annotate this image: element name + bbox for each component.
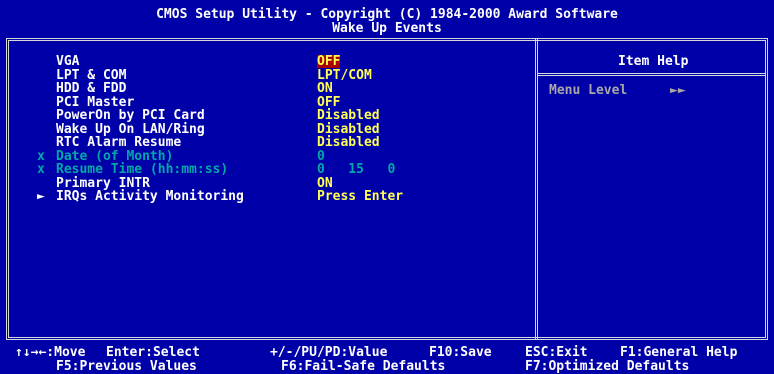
footer-previous-values: F5:Previous Values: [56, 359, 197, 374]
page-subtitle: Wake Up Events: [332, 21, 442, 36]
footer-failsafe-defaults: F6:Fail-Safe Defaults: [281, 359, 446, 374]
setting-value: 0 15 0: [317, 162, 396, 177]
footer-optimized-defaults: F7:Optimized Defaults: [525, 359, 690, 374]
setting-label: Date (of Month): [56, 148, 174, 164]
setting-value[interactable]: OFF: [317, 55, 341, 68]
setting-value[interactable]: Disabled: [317, 123, 380, 136]
item-help-title: Item Help: [618, 54, 689, 69]
footer-select: Enter:Select: [106, 345, 200, 360]
footer-value: +/-/PU/PD:Value: [270, 345, 388, 360]
setting-value[interactable]: Disabled: [317, 109, 380, 122]
setting-value[interactable]: LPT/COM: [317, 69, 372, 82]
setting-value: 0: [317, 148, 325, 164]
disabled-marker: x: [37, 162, 45, 177]
setting-label[interactable]: VGA: [56, 55, 79, 68]
setting-label[interactable]: IRQs Activity Monitoring: [56, 190, 244, 203]
setting-label[interactable]: PowerOn by PCI Card: [56, 109, 205, 122]
footer-move: ↑↓→←:Move: [15, 345, 86, 360]
footer-general-help: F1:General Help: [620, 345, 738, 360]
help-separator: [538, 73, 765, 76]
panel-divider: [535, 38, 538, 340]
footer-exit: ESC:Exit: [525, 345, 588, 360]
page-title: CMOS Setup Utility - Copyright (C) 1984-…: [156, 7, 618, 22]
setting-value[interactable]: Press Enter: [317, 190, 403, 203]
menu-level-value: ►►: [670, 83, 686, 98]
setting-value[interactable]: OFF: [317, 96, 340, 109]
setting-value[interactable]: ON: [317, 177, 333, 190]
setting-label[interactable]: PCI Master: [56, 96, 134, 109]
setting-label[interactable]: HDD & FDD: [56, 82, 126, 95]
setting-value[interactable]: ON: [317, 82, 333, 95]
setting-label[interactable]: Wake Up On LAN/Ring: [56, 123, 205, 136]
setting-value[interactable]: Disabled: [317, 136, 380, 149]
setting-label[interactable]: RTC Alarm Resume: [56, 136, 181, 149]
menu-level-label: Menu Level: [549, 83, 628, 98]
disabled-marker: x: [37, 148, 45, 164]
setting-label[interactable]: LPT & COM: [56, 69, 126, 82]
submenu-arrow-icon: ►: [37, 189, 45, 204]
setting-label: Resume Time (hh:mm:ss): [56, 162, 229, 177]
setting-label[interactable]: Primary INTR: [56, 177, 150, 190]
footer-save: F10:Save: [429, 345, 492, 360]
